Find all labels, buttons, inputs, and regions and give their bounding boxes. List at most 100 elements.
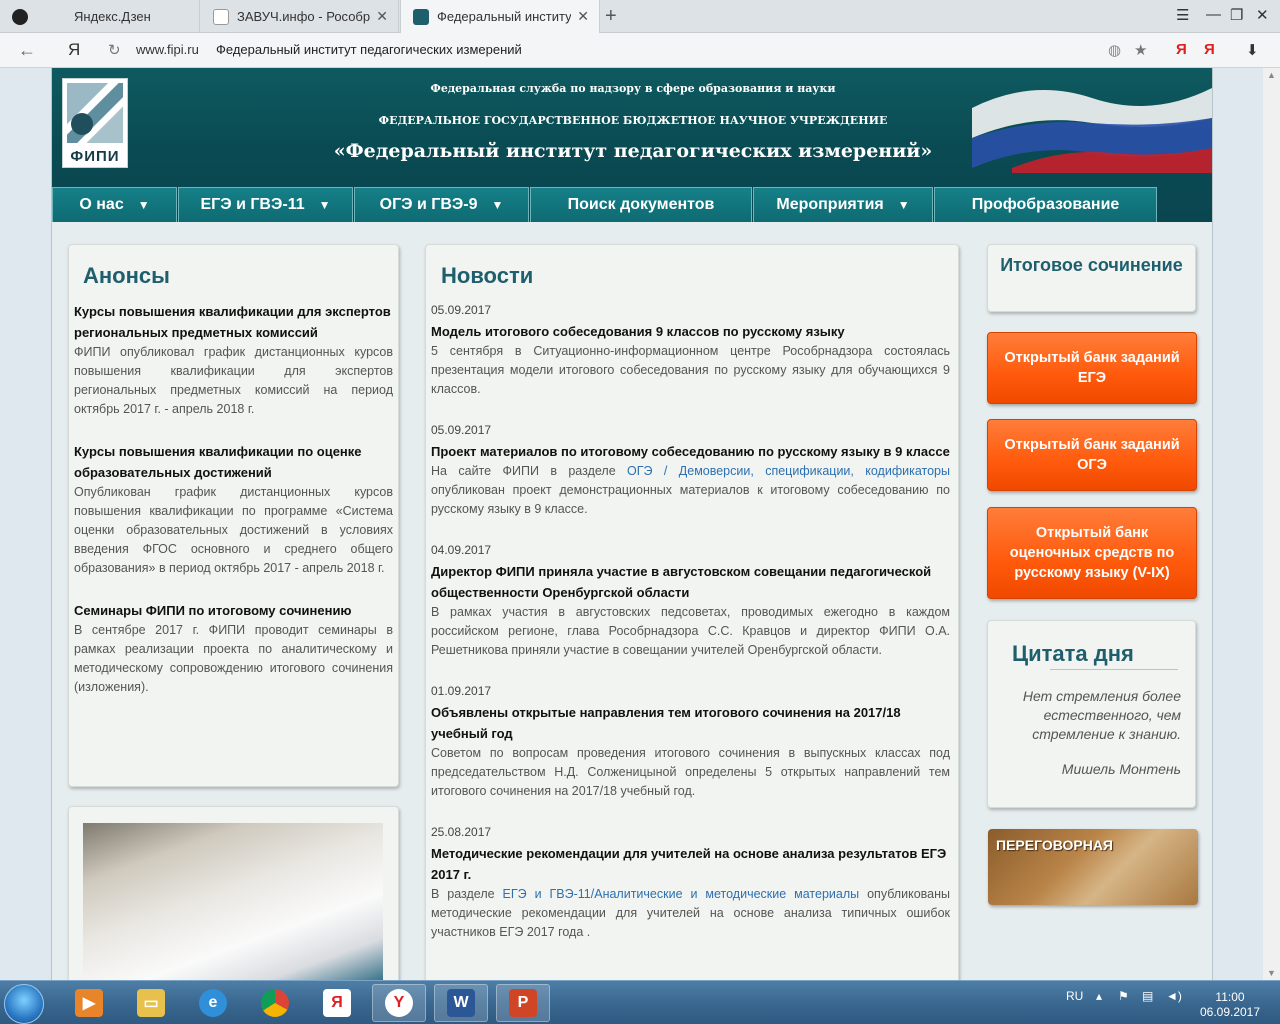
russian-flag-icon <box>972 88 1212 173</box>
url-text[interactable]: www.fipi.ru <box>136 42 199 57</box>
url-page-title[interactable]: Федеральный институт педагогических изме… <box>216 42 522 57</box>
close-tab-icon[interactable]: ✕ <box>376 8 388 25</box>
fipi-icon <box>413 8 429 25</box>
explorer-icon: ▭ <box>137 989 165 1017</box>
news-headline[interactable]: Объявлены открытые направления тем итого… <box>431 702 950 744</box>
photo-panel <box>68 806 399 980</box>
quote-divider <box>1050 669 1178 670</box>
news-item: 25.08.2017 Методические рекомендации для… <box>431 823 950 942</box>
tab-fipi[interactable]: Федеральный институт п ✕ <box>400 0 600 33</box>
back-arrow-icon[interactable]: ← <box>18 40 36 61</box>
news-text: В рамках участия в августовских педсовет… <box>431 605 950 657</box>
news-date: 05.09.2017 <box>431 423 492 437</box>
close-tab-icon[interactable]: ✕ <box>577 8 589 25</box>
news-headline[interactable]: Директор ФИПИ приняла участие в августов… <box>431 561 950 603</box>
nav-label: ЕГЭ и ГВЭ-11 <box>200 196 305 213</box>
scroll-down-icon[interactable]: ▼ <box>1267 968 1276 978</box>
nav-prof-education[interactable]: Профобразование <box>934 187 1157 222</box>
news-text: Советом по вопросам проведения итогового… <box>431 746 950 798</box>
media-player-icon: ▶ <box>75 989 103 1017</box>
oge-bank-button[interactable]: Открытый банк заданий ОГЭ <box>987 419 1197 491</box>
news-date: 04.09.2017 <box>431 543 492 557</box>
news-text-part: В разделе <box>431 887 503 901</box>
tab-zen[interactable]: Яндекс.Дзен <box>0 0 200 33</box>
yandex-ext2-icon[interactable]: Я <box>1204 41 1215 58</box>
announcements-title: Анонсы <box>83 263 170 288</box>
network-icon[interactable]: ▤ <box>1142 989 1153 1003</box>
news-item: 01.09.2017 Объявлены открытые направлени… <box>431 682 950 801</box>
taskbar-ie[interactable]: e <box>186 984 240 1022</box>
download-icon[interactable]: ⬇ <box>1246 41 1259 59</box>
ege-bank-button[interactable]: Открытый банк заданий ЕГЭ <box>987 332 1197 404</box>
announcement-title[interactable]: Курсы повышения квалификации для эксперт… <box>74 301 393 343</box>
announcement-item: Курсы повышения квалификации по оценке о… <box>74 441 393 578</box>
volume-icon[interactable]: ◄) <box>1166 989 1182 1003</box>
announcement-text: ФИПИ опубликовал график дистанционных ку… <box>74 345 393 416</box>
new-tab-button[interactable]: + <box>605 5 617 28</box>
news-link[interactable]: ЕГЭ и ГВЭ-11/Аналитические и методически… <box>503 887 860 901</box>
flag-tray-icon[interactable]: ⚑ <box>1118 989 1129 1003</box>
yandex-icon: Я <box>323 989 351 1017</box>
news-title: Новости <box>441 263 534 288</box>
nav-label: Поиск документов <box>567 196 715 213</box>
news-headline[interactable]: Модель итогового собеседования 9 классов… <box>431 321 950 342</box>
announcements-panel: Анонсы Курсы повышения квалификации для … <box>68 244 399 787</box>
page-scrollbar[interactable]: ▲ ▼ <box>1263 68 1280 980</box>
taskbar-yandex[interactable]: Я <box>310 984 364 1022</box>
reload-icon[interactable]: ↻ <box>108 41 121 59</box>
nav-search-docs[interactable]: Поиск документов <box>530 187 752 222</box>
ie-icon: e <box>199 989 227 1017</box>
final-essay-button[interactable]: Итоговое сочинение <box>987 244 1196 312</box>
tab-label: ЗАВУЧ.инфо - Рособрнадзо <box>237 9 371 24</box>
scroll-up-icon[interactable]: ▲ <box>1267 70 1276 80</box>
browser-tab-bar: Яндекс.Дзен ЗАВУЧ.инфо - Рособрнадзо ✕ Ф… <box>0 0 1280 33</box>
translate-icon[interactable]: ◍ <box>1108 41 1121 59</box>
news-link[interactable]: ОГЭ / Демоверсии, спецификации, кодифика… <box>627 464 950 478</box>
nav-oge[interactable]: ОГЭ и ГВЭ-9 ▼ <box>354 187 529 222</box>
minimize-icon[interactable]: — <box>1206 6 1221 23</box>
restore-icon[interactable]: ❐ <box>1230 6 1243 24</box>
taskbar-powerpoint[interactable]: P <box>496 984 550 1022</box>
announcement-text: Опубликован график дистанционных курсов … <box>74 485 393 575</box>
nav-ege[interactable]: ЕГЭ и ГВЭ-11 ▼ <box>178 187 353 222</box>
news-headline[interactable]: Проект материалов по итоговому собеседов… <box>431 441 950 462</box>
tab-zavuch[interactable]: ЗАВУЧ.инфо - Рособрнадзо ✕ <box>201 0 399 33</box>
yandex-ext-icon[interactable]: Я <box>1176 41 1187 58</box>
yandex-logo[interactable]: Я <box>68 40 80 60</box>
fipi-site: ФИПИ Федеральная служба по надзору в сфе… <box>51 68 1213 980</box>
nav-about[interactable]: О нас ▼ <box>52 187 177 222</box>
announcement-text: В сентябре 2017 г. ФИПИ проводит семинар… <box>74 623 393 694</box>
news-text: 5 сентября в Ситуационно-информационном … <box>431 344 950 396</box>
tray-arrow-icon[interactable]: ▴ <box>1096 989 1102 1003</box>
taskbar-explorer[interactable]: ▭ <box>124 984 178 1022</box>
chrome-icon <box>261 989 289 1017</box>
nav-label: Мероприятия <box>776 196 884 213</box>
taskbar-word[interactable]: W <box>434 984 488 1022</box>
nav-events[interactable]: Мероприятия ▼ <box>753 187 933 222</box>
russian-bank-button[interactable]: Открытый банк оценочных средств по русск… <box>987 507 1197 599</box>
word-icon: W <box>447 989 475 1017</box>
taskbar-yandex-browser[interactable]: Y <box>372 984 426 1022</box>
taskbar-media-player[interactable]: ▶ <box>62 984 116 1022</box>
news-text: На сайте ФИПИ в разделе ОГЭ / Демоверсии… <box>431 462 950 519</box>
news-text-part: На сайте ФИПИ в разделе <box>431 464 628 478</box>
system-clock[interactable]: 11:00 06.09.2017 <box>1195 990 1265 1020</box>
start-button[interactable] <box>4 984 44 1024</box>
quote-text: Нет стремления более естественного, чем … <box>1022 688 1181 742</box>
clock-date: 06.09.2017 <box>1199 1005 1261 1019</box>
announcement-title[interactable]: Курсы повышения квалификации по оценке о… <box>74 441 393 483</box>
documents-photo[interactable] <box>83 823 383 980</box>
news-panel: Новости 05.09.2017 Модель итогового собе… <box>425 244 959 980</box>
taskbar-chrome[interactable] <box>248 984 302 1022</box>
menu-icon[interactable]: ☰ <box>1176 6 1189 24</box>
news-item: 04.09.2017 Директор ФИПИ приняла участие… <box>431 541 950 660</box>
dropdown-arrow-icon: ▼ <box>318 198 331 212</box>
negotiation-room-banner[interactable]: ПЕРЕГОВОРНАЯ <box>988 829 1198 905</box>
close-window-icon[interactable]: ✕ <box>1256 6 1269 24</box>
news-headline[interactable]: Методические рекомендации для учителей н… <box>431 843 950 885</box>
announcement-title[interactable]: Семинары ФИПИ по итоговому сочинению <box>74 600 393 621</box>
news-item: 05.09.2017 Проект материалов по итоговом… <box>431 421 950 519</box>
star-icon[interactable]: ★ <box>1134 41 1147 59</box>
language-indicator[interactable]: RU <box>1066 989 1083 1003</box>
tab-label: Федеральный институт п <box>437 9 572 24</box>
